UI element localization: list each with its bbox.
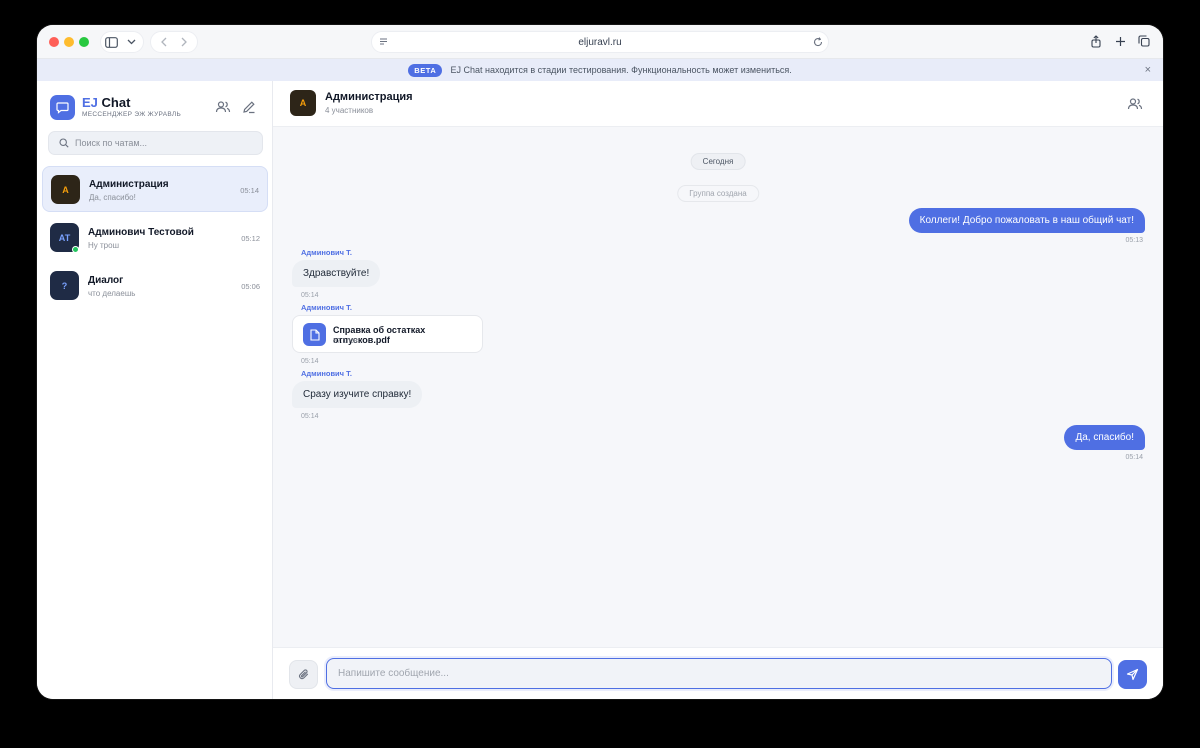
tab-menu-button[interactable] bbox=[121, 32, 141, 52]
banner-close-button[interactable]: × bbox=[1145, 64, 1151, 76]
new-chat-button[interactable] bbox=[241, 99, 257, 115]
chat-last-message: что делаешь bbox=[88, 289, 136, 298]
chat-header-avatar: А bbox=[290, 90, 316, 116]
chat-time: 05:12 bbox=[241, 234, 260, 243]
brand-subtitle: МЕССЕНДЖЕР ЭЖ ЖУРАВЛЬ bbox=[82, 111, 182, 118]
chat-bubble-icon bbox=[56, 102, 69, 114]
file-icon-box bbox=[303, 323, 326, 346]
sidebar-icon bbox=[104, 36, 118, 48]
outgoing-message-bubble: Коллеги! Добро пожаловать в наш общий ча… bbox=[908, 208, 1145, 233]
file-size: 57.1 KB bbox=[333, 338, 358, 345]
message-time: 05:14 bbox=[301, 413, 319, 420]
chat-name: Админович Тестовой bbox=[88, 227, 194, 238]
chevron-down-icon bbox=[127, 39, 135, 45]
message-time: 05:14 bbox=[1125, 454, 1143, 461]
users-icon bbox=[215, 101, 231, 113]
users-icon bbox=[1127, 98, 1143, 110]
chat-name: Администрация bbox=[89, 179, 169, 190]
paperclip-icon bbox=[298, 669, 308, 680]
plus-icon bbox=[1115, 36, 1125, 46]
forward-button[interactable] bbox=[174, 32, 194, 52]
chat-name: Диалог bbox=[88, 275, 124, 286]
chat-main: А Администрация 4 участников Сегодня Гру… bbox=[273, 81, 1163, 699]
search-icon bbox=[59, 138, 69, 148]
reload-icon[interactable] bbox=[812, 36, 824, 51]
page-settings-icon[interactable] bbox=[378, 36, 389, 50]
chat-sidebar: EJ Chat МЕССЕНДЖЕР ЭЖ ЖУРАВЛЬ А Админист… bbox=[37, 81, 273, 699]
beta-badge: BETA bbox=[408, 63, 443, 77]
send-icon bbox=[1126, 668, 1139, 681]
tabs-icon bbox=[1138, 35, 1150, 47]
message-time: 05:13 bbox=[1125, 237, 1143, 244]
url-text: eljuravl.ru bbox=[578, 36, 622, 48]
file-attachment[interactable]: Справка об остатках отпусков.pdf 57.1 KB bbox=[292, 315, 483, 353]
browser-window: eljuravl.ru BETA EJ Chat находится в ста… bbox=[37, 25, 1163, 699]
new-tab-button[interactable] bbox=[1110, 31, 1130, 51]
online-status-indicator bbox=[72, 246, 79, 253]
message-sender: Админович Т. bbox=[301, 369, 352, 378]
beta-banner-text: EJ Chat находится в стадии тестирования.… bbox=[450, 65, 792, 75]
message-time: 05:14 bbox=[301, 358, 319, 365]
address-bar[interactable]: eljuravl.ru bbox=[371, 31, 829, 53]
minimize-window-button[interactable] bbox=[64, 37, 74, 47]
beta-banner: BETA EJ Chat находится в стадии тестиров… bbox=[37, 59, 1163, 81]
chat-list-item-adminovich[interactable]: АТ Админович Тестовой Ну трош 05:12 bbox=[42, 215, 268, 261]
document-icon bbox=[309, 328, 320, 341]
incoming-message-bubble: Здравствуйте! bbox=[292, 260, 381, 287]
chat-list-item-dialog[interactable]: ? Диалог что делаешь 05:06 bbox=[42, 263, 268, 309]
message-time: 05:14 bbox=[301, 292, 319, 299]
app-brand: EJ Chat bbox=[82, 95, 130, 110]
avatar: А bbox=[51, 175, 80, 204]
chat-search-input[interactable] bbox=[75, 138, 255, 148]
chat-time: 05:14 bbox=[240, 186, 259, 195]
sidebar-toggle-button[interactable] bbox=[101, 32, 121, 52]
message-composer bbox=[273, 647, 1163, 699]
chevron-left-icon bbox=[161, 37, 167, 47]
edit-icon bbox=[243, 101, 255, 114]
system-message: Группа создана bbox=[677, 185, 759, 202]
brand-name: Chat bbox=[101, 95, 131, 110]
chat-member-count: 4 участников bbox=[325, 106, 374, 115]
chevron-right-icon bbox=[181, 37, 187, 47]
date-divider: Сегодня bbox=[690, 153, 746, 170]
chat-last-message: Да, спасибо! bbox=[89, 193, 136, 202]
message-sender: Админович Т. bbox=[301, 303, 352, 312]
app-logo bbox=[50, 95, 75, 120]
chat-search-box bbox=[48, 131, 263, 155]
sidebar-toggle-group bbox=[100, 31, 144, 53]
chat-time: 05:06 bbox=[241, 282, 260, 291]
message-input[interactable] bbox=[326, 658, 1112, 689]
members-button[interactable] bbox=[1127, 96, 1143, 117]
browser-toolbar: eljuravl.ru bbox=[37, 25, 1163, 59]
contacts-button[interactable] bbox=[215, 99, 231, 115]
avatar: ? bbox=[50, 271, 79, 300]
share-icon bbox=[1091, 34, 1101, 48]
tab-overview-button[interactable] bbox=[1134, 31, 1154, 51]
chat-last-message: Ну трош bbox=[88, 241, 119, 250]
chat-list-item-administration[interactable]: А Администрация Да, спасибо! 05:14 bbox=[42, 166, 268, 212]
close-window-button[interactable] bbox=[49, 37, 59, 47]
message-sender: Админович Т. bbox=[301, 248, 352, 257]
toolbar-right-actions bbox=[1086, 31, 1154, 51]
nav-group bbox=[150, 31, 198, 53]
chat-title: Администрация bbox=[325, 91, 413, 103]
maximize-window-button[interactable] bbox=[79, 37, 89, 47]
send-message-button[interactable] bbox=[1118, 660, 1147, 689]
share-button[interactable] bbox=[1086, 31, 1106, 51]
chat-header: А Администрация 4 участников bbox=[273, 81, 1163, 127]
brand-prefix: EJ bbox=[82, 95, 98, 110]
attach-file-button[interactable] bbox=[289, 660, 318, 689]
outgoing-message-bubble: Да, спасибо! bbox=[1064, 425, 1145, 450]
incoming-message-bubble: Сразу изучите справку! bbox=[292, 381, 423, 408]
back-button[interactable] bbox=[154, 32, 174, 52]
